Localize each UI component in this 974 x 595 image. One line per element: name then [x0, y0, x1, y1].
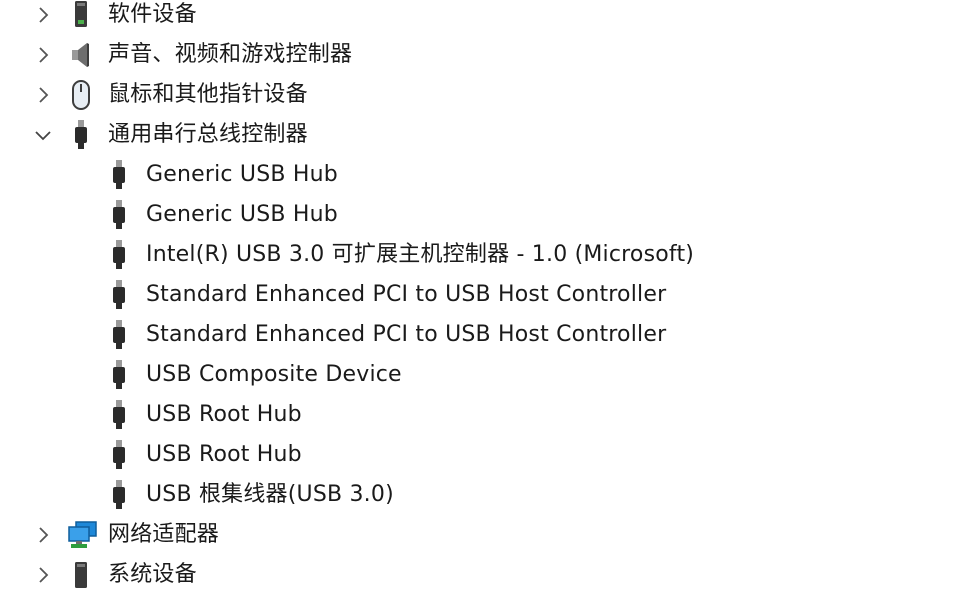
network-monitor-icon: [67, 519, 99, 551]
category-label: 网络适配器: [108, 522, 220, 547]
category-network-adapters[interactable]: 网络适配器: [0, 515, 974, 555]
speaker-icon: [67, 39, 95, 71]
usb-device-row[interactable]: Standard Enhanced PCI to USB Host Contro…: [0, 275, 974, 315]
usb-plug-icon: [105, 399, 133, 431]
category-label: 鼠标和其他指针设备: [108, 82, 308, 107]
software-device-icon: [67, 0, 95, 31]
usb-device-row[interactable]: USB Root Hub: [0, 435, 974, 475]
category-label: 声音、视频和游戏控制器: [108, 42, 353, 67]
usb-plug-icon: [105, 199, 133, 231]
device-label: Standard Enhanced PCI to USB Host Contro…: [146, 322, 667, 347]
usb-device-row[interactable]: USB 根集线器(USB 3.0): [0, 475, 974, 515]
device-label: Generic USB Hub: [146, 162, 338, 187]
device-label: USB Root Hub: [146, 402, 302, 427]
device-label: USB 根集线器(USB 3.0): [146, 482, 394, 507]
chevron-right-icon[interactable]: [32, 84, 54, 106]
usb-device-row[interactable]: USB Root Hub: [0, 395, 974, 435]
category-mouse-pointing[interactable]: 鼠标和其他指针设备: [0, 75, 974, 115]
mouse-icon: [67, 79, 95, 111]
chevron-right-icon[interactable]: [32, 524, 54, 546]
usb-plug-icon: [67, 119, 95, 151]
usb-plug-icon: [105, 359, 133, 391]
device-label: USB Root Hub: [146, 442, 302, 467]
usb-plug-icon: [105, 439, 133, 471]
category-label: 软件设备: [108, 2, 197, 27]
category-software-devices[interactable]: 软件设备: [0, 0, 974, 35]
category-label: 系统设备: [108, 562, 197, 587]
device-label: Standard Enhanced PCI to USB Host Contro…: [146, 282, 667, 307]
usb-plug-icon: [105, 479, 133, 511]
category-system-devices[interactable]: 系统设备: [0, 555, 974, 595]
usb-plug-icon: [105, 319, 133, 351]
chevron-right-icon[interactable]: [32, 44, 54, 66]
chevron-right-icon[interactable]: [32, 4, 54, 26]
usb-plug-icon: [105, 239, 133, 271]
usb-plug-icon: [105, 159, 133, 191]
chevron-down-icon[interactable]: [32, 124, 54, 146]
device-tree: 软件设备 声音、视频和游戏控制器 鼠标和其他指针设备 通用串行总线控制器 Gen…: [0, 0, 974, 588]
system-device-icon: [67, 559, 95, 591]
device-label: Generic USB Hub: [146, 202, 338, 227]
usb-device-row[interactable]: USB Composite Device: [0, 355, 974, 395]
device-label: Intel(R) USB 3.0 可扩展主机控制器 - 1.0 (Microso…: [146, 242, 695, 267]
usb-device-row[interactable]: Generic USB Hub: [0, 155, 974, 195]
usb-plug-icon: [105, 279, 133, 311]
usb-device-row[interactable]: Generic USB Hub: [0, 195, 974, 235]
chevron-right-icon[interactable]: [32, 564, 54, 586]
category-audio-video-game[interactable]: 声音、视频和游戏控制器: [0, 35, 974, 75]
device-label: USB Composite Device: [146, 362, 402, 387]
usb-device-row[interactable]: Intel(R) USB 3.0 可扩展主机控制器 - 1.0 (Microso…: [0, 235, 974, 275]
category-usb-controllers[interactable]: 通用串行总线控制器: [0, 115, 974, 155]
usb-device-row[interactable]: Standard Enhanced PCI to USB Host Contro…: [0, 315, 974, 355]
category-label: 通用串行总线控制器: [108, 122, 308, 147]
